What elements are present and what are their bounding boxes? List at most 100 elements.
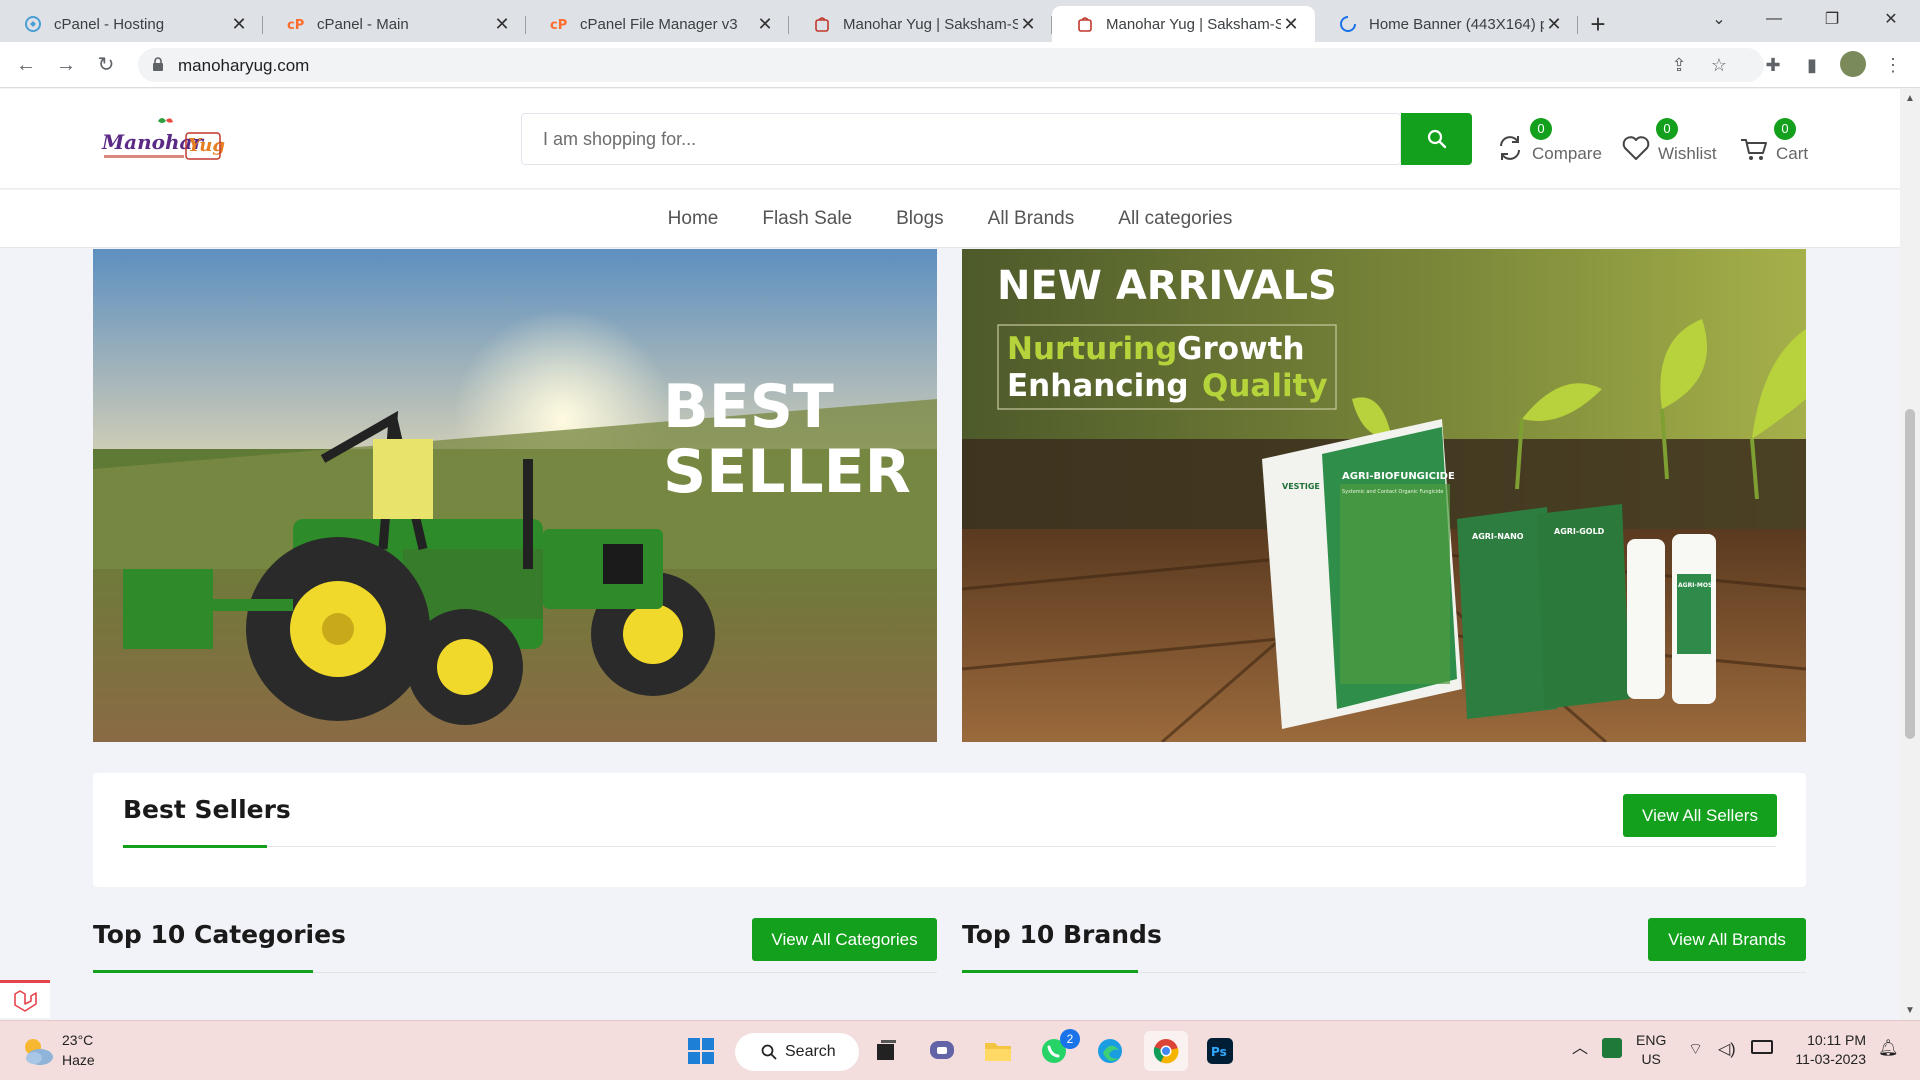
battery-icon[interactable] [1751, 1040, 1773, 1054]
new-arrivals-banner[interactable]: NEW ARRIVALS Nurturing Growth Enhancing … [962, 249, 1806, 742]
close-window-button[interactable]: ✕ [1862, 0, 1920, 38]
tab-title: Home Banner (443X164) px [1369, 15, 1544, 33]
taskbar-search-label: Search [785, 1043, 836, 1060]
back-arrow-icon[interactable]: ← [14, 53, 38, 77]
tagline-2a: Enhancing [1007, 368, 1189, 404]
browser-toolbar: ← → ↻ manoharyug.com ⇪ ☆ ✚ ▮ ⋮ [0, 42, 1920, 88]
search-input[interactable] [522, 114, 1400, 164]
tab-manohar-yug-1[interactable]: Manohar Yug | Saksham-Sa ✕ [789, 6, 1052, 42]
close-tab-icon[interactable]: ✕ [1018, 14, 1038, 35]
close-tab-icon[interactable]: ✕ [755, 14, 775, 35]
wishlist-count-badge: 0 [1656, 118, 1678, 140]
language-region: US [1641, 1051, 1661, 1067]
laravel-debugbar-toggle[interactable] [0, 980, 50, 1018]
tab-title: Manohar Yug | Saksham-Sa [1106, 15, 1281, 33]
url-text: manoharyug.com [178, 56, 310, 75]
best-seller-banner[interactable]: BEST SELLER [93, 249, 937, 742]
best-seller-line1: BEST [663, 372, 834, 442]
tab-search-chevron-icon[interactable]: ⌄ [1690, 0, 1748, 38]
nav-all-categories[interactable]: All categories [1118, 208, 1232, 230]
tab-cpanel-file-manager[interactable]: cP cPanel File Manager v3 ✕ [526, 6, 789, 42]
reload-icon[interactable]: ↻ [94, 53, 118, 77]
weather-desc: Haze [62, 1052, 95, 1068]
clock-date: 11-03-2023 [1795, 1051, 1866, 1067]
scrollbar-thumb[interactable] [1905, 409, 1915, 739]
site-header: Manohar Yug 0 Compare 0 Wishlist 0 Cart [0, 89, 1900, 189]
product-label-biofungicide: AGRI-BIOFUNGICIDE [1342, 471, 1455, 482]
volume-icon[interactable]: ◁) [1718, 1040, 1736, 1059]
tab-cpanel-hosting[interactable]: cPanel - Hosting ✕ [0, 6, 263, 42]
top-brands-title: Top 10 Brands [962, 920, 1162, 949]
wishlist-link[interactable]: 0 Wishlist [1620, 118, 1717, 164]
share-icon[interactable]: ⇪ [1668, 54, 1690, 76]
restore-button[interactable]: ❐ [1803, 0, 1861, 38]
compare-link[interactable]: 0 Compare [1494, 118, 1602, 164]
cart-link[interactable]: 0 Cart [1738, 118, 1809, 164]
wishlist-label: Wishlist [1658, 144, 1717, 163]
product-label-gold: AGRI-GOLD [1554, 527, 1605, 536]
whatsapp-icon[interactable]: 2 [1034, 1029, 1080, 1071]
view-all-sellers-button[interactable]: View All Sellers [1623, 794, 1777, 837]
new-arrivals-banner-image: NEW ARRIVALS Nurturing Growth Enhancing … [962, 249, 1806, 742]
clock[interactable]: 10:11 PM 11-03-2023 [1790, 1031, 1866, 1069]
close-tab-icon[interactable]: ✕ [1544, 14, 1564, 35]
file-explorer-icon[interactable] [978, 1031, 1018, 1071]
nav-flash-sale[interactable]: Flash Sale [762, 208, 852, 230]
heart-icon [1622, 136, 1650, 160]
tab-manohar-yug-active[interactable]: Manohar Yug | Saksham-Sa ✕ [1052, 6, 1315, 42]
nav-all-brands[interactable]: All Brands [988, 208, 1075, 230]
product-label-nano: AGRI-NANO [1472, 532, 1524, 541]
cpanel-hosting-icon [25, 16, 41, 32]
side-panel-icon[interactable]: ▮ [1801, 54, 1823, 76]
close-tab-icon[interactable]: ✕ [229, 14, 249, 35]
task-view-icon[interactable] [866, 1031, 906, 1071]
search-button[interactable] [1401, 113, 1472, 165]
page-scrollbar[interactable]: ▲ ▼ [1900, 89, 1920, 1020]
nav-home[interactable]: Home [668, 208, 719, 230]
scroll-down-arrow-icon[interactable]: ▼ [1900, 1005, 1920, 1016]
loading-icon [1340, 16, 1356, 32]
product-label-moss: AGRI-MOSS [1678, 582, 1716, 589]
edge-browser-icon[interactable] [1090, 1031, 1130, 1071]
nav-blogs[interactable]: Blogs [896, 208, 944, 230]
minimize-button[interactable]: — [1745, 0, 1803, 38]
view-all-brands-button[interactable]: View All Brands [1648, 918, 1806, 961]
new-tab-button[interactable]: + [1578, 6, 1618, 42]
extensions-icon[interactable]: ✚ [1762, 54, 1784, 76]
best-sellers-section: Best Sellers View All Sellers [93, 773, 1806, 887]
tray-overflow-chevron-icon[interactable]: ︿ [1572, 1039, 1588, 1058]
profile-avatar[interactable] [1840, 51, 1866, 77]
tab-cpanel-main[interactable]: cP cPanel - Main ✕ [263, 6, 526, 42]
forward-arrow-icon[interactable]: → [54, 53, 78, 77]
clock-time: 10:11 PM [1807, 1032, 1866, 1048]
close-tab-icon[interactable]: ✕ [492, 14, 512, 35]
weather-cloud-sun-icon[interactable] [20, 1033, 56, 1069]
windows-logo-icon [688, 1038, 714, 1064]
teams-chat-icon[interactable] [922, 1031, 962, 1071]
bookmark-star-icon[interactable]: ☆ [1708, 54, 1730, 76]
new-arrivals-heading: NEW ARRIVALS [997, 263, 1337, 309]
close-tab-icon[interactable]: ✕ [1281, 14, 1301, 35]
windows-start-button[interactable] [681, 1031, 721, 1071]
taskbar-search[interactable]: Search [735, 1033, 859, 1071]
chrome-browser-icon[interactable] [1144, 1031, 1188, 1071]
windows-taskbar: 23°C Haze Search 2 Ps ︿ ENG US ⌔ ◁) 10:1… [0, 1020, 1920, 1080]
more-menu-icon[interactable]: ⋮ [1882, 54, 1904, 76]
tab-home-banner[interactable]: Home Banner (443X164) px ✕ [1315, 6, 1578, 42]
wifi-icon[interactable]: ⌔ [1688, 1040, 1703, 1059]
language-indicator[interactable]: ENG US [1636, 1031, 1666, 1069]
best-seller-line2: SELLER [663, 437, 911, 507]
view-all-categories-button[interactable]: View All Categories [752, 918, 937, 961]
address-bar[interactable]: manoharyug.com ⇪ ☆ [138, 48, 1764, 82]
lock-icon [153, 57, 163, 71]
cart-label: Cart [1776, 144, 1809, 163]
scroll-up-arrow-icon[interactable]: ▲ [1900, 93, 1920, 104]
photoshop-icon[interactable]: Ps [1200, 1031, 1240, 1071]
weather-temp: 23°C [62, 1032, 94, 1048]
compare-label: Compare [1532, 144, 1602, 163]
tab-title: Manohar Yug | Saksham-Sa [843, 15, 1018, 33]
notification-bell-icon[interactable]: 🔔︎ [1878, 1039, 1898, 1058]
manohar-yug-logo[interactable]: Manohar Yug [100, 115, 230, 167]
cpanel-icon: cP [550, 18, 567, 33]
tray-app-icon[interactable] [1602, 1038, 1622, 1058]
